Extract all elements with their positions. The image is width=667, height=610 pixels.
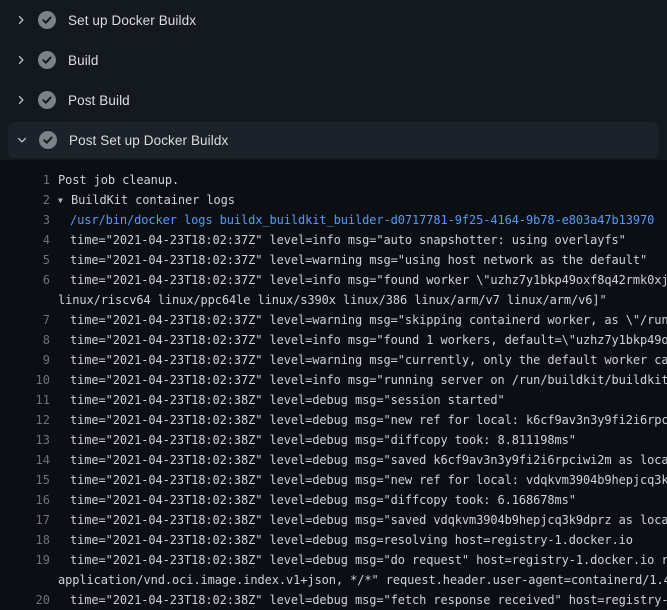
check-circle-icon [38,51,56,69]
log-line-number[interactable]: 9 [0,350,50,370]
group-label: BuildKit container logs [71,193,235,207]
chevron-right-icon [14,13,28,27]
log-panel: 1 Post job cleanup. 2 ▼BuildKit containe… [0,160,667,610]
log-line: 2 ▼BuildKit container logs [0,190,667,210]
log-line-number[interactable]: 14 [0,450,50,470]
log-line-text: time="2021-04-23T18:02:38Z" level=debug … [70,450,667,470]
log-line-number[interactable]: 5 [0,250,50,270]
log-line: 6 time="2021-04-23T18:02:37Z" level=info… [0,270,667,290]
log-line: 17 time="2021-04-23T18:02:38Z" level=deb… [0,510,667,530]
steps-panel: Set up Docker Buildx Build Post Build Po… [0,0,667,160]
log-line-number [0,290,50,310]
log-line-number[interactable]: 2 [0,190,50,210]
log-line-number[interactable]: 4 [0,230,50,250]
log-line-text: /usr/bin/docker logs buildx_buildkit_bui… [70,210,654,230]
log-line-text: time="2021-04-23T18:02:38Z" level=debug … [70,550,667,570]
log-line-text: ▼BuildKit container logs [58,190,235,210]
log-line: 9 time="2021-04-23T18:02:37Z" level=warn… [0,350,667,370]
log-line-text: application/vnd.oci.image.index.v1+json,… [58,570,667,590]
log-line: 8 time="2021-04-23T18:02:37Z" level=info… [0,330,667,350]
log-line: 1 Post job cleanup. [0,170,667,190]
log-line-text: linux/riscv64 linux/ppc64le linux/s390x … [58,290,607,310]
log-line-text: time="2021-04-23T18:02:38Z" level=debug … [70,470,667,490]
step-post-build[interactable]: Post Build [0,80,667,120]
log-line-text: time="2021-04-23T18:02:38Z" level=debug … [70,410,667,430]
log-line: application/vnd.oci.image.index.v1+json,… [0,570,667,590]
log-line: linux/riscv64 linux/ppc64le linux/s390x … [0,290,667,310]
step-post-set-up-docker-buildx[interactable]: Post Set up Docker Buildx [8,122,659,158]
log-line-number[interactable]: 15 [0,470,50,490]
log-line-text: time="2021-04-23T18:02:38Z" level=debug … [70,430,576,450]
check-circle-icon [38,91,56,109]
log-line-number[interactable]: 6 [0,270,50,290]
log-line: 10 time="2021-04-23T18:02:37Z" level=inf… [0,370,667,390]
check-circle-icon [38,11,56,29]
log-line-text: time="2021-04-23T18:02:37Z" level=warnin… [70,310,667,330]
step-build[interactable]: Build [0,40,667,80]
log-line-number[interactable]: 18 [0,530,50,550]
log-line-number[interactable]: 1 [0,170,50,190]
log-line-text: time="2021-04-23T18:02:37Z" level=info m… [70,270,667,290]
step-title: Post Build [68,93,130,108]
log-line-text: time="2021-04-23T18:02:38Z" level=debug … [70,530,633,550]
log-line-number[interactable]: 17 [0,510,50,530]
log-line-number[interactable]: 11 [0,390,50,410]
log-line-text: time="2021-04-23T18:02:38Z" level=debug … [70,390,505,410]
step-title: Set up Docker Buildx [68,13,196,28]
log-line-number[interactable]: 12 [0,410,50,430]
log-line-number[interactable]: 13 [0,430,50,450]
log-line: 16 time="2021-04-23T18:02:38Z" level=deb… [0,490,667,510]
log-line-text: time="2021-04-23T18:02:37Z" level=info m… [70,230,626,250]
log-line-number[interactable]: 20 [0,590,50,610]
log-line: 14 time="2021-04-23T18:02:38Z" level=deb… [0,450,667,470]
log-line-text: time="2021-04-23T18:02:37Z" level=warnin… [70,350,667,370]
log-line-text: time="2021-04-23T18:02:38Z" level=debug … [70,490,576,510]
step-set-up-docker-buildx[interactable]: Set up Docker Buildx [0,0,667,40]
step-title: Post Set up Docker Buildx [69,133,228,148]
log-line-number[interactable]: 7 [0,310,50,330]
log-line: 5 time="2021-04-23T18:02:37Z" level=warn… [0,250,667,270]
log-line-text: time="2021-04-23T18:02:37Z" level=info m… [70,330,667,350]
log-line: 7 time="2021-04-23T18:02:37Z" level=warn… [0,310,667,330]
log-line-text: time="2021-04-23T18:02:38Z" level=debug … [70,590,667,610]
collapse-triangle-icon[interactable]: ▼ [58,191,71,211]
log-line-number[interactable]: 10 [0,370,50,390]
step-title: Build [68,53,99,68]
log-line-number[interactable]: 16 [0,490,50,510]
log-line-text: Post job cleanup. [58,170,179,190]
log-line: 12 time="2021-04-23T18:02:38Z" level=deb… [0,410,667,430]
chevron-down-icon [15,133,29,147]
log-line-text: time="2021-04-23T18:02:37Z" level=info m… [70,370,667,390]
log-line-number[interactable]: 3 [0,210,50,230]
log-line-number[interactable]: 19 [0,550,50,570]
chevron-right-icon [14,93,28,107]
log-line: 4 time="2021-04-23T18:02:37Z" level=info… [0,230,667,250]
log-line: 13 time="2021-04-23T18:02:38Z" level=deb… [0,430,667,450]
log-line: 18 time="2021-04-23T18:02:38Z" level=deb… [0,530,667,550]
log-line-number[interactable]: 8 [0,330,50,350]
log-line: 3 /usr/bin/docker logs buildx_buildkit_b… [0,210,667,230]
log-line-text: time="2021-04-23T18:02:37Z" level=warnin… [70,250,647,270]
log-line: 15 time="2021-04-23T18:02:38Z" level=deb… [0,470,667,490]
check-circle-icon [39,131,57,149]
log-line: 20 time="2021-04-23T18:02:38Z" level=deb… [0,590,667,610]
log-line: 11 time="2021-04-23T18:02:38Z" level=deb… [0,390,667,410]
log-line-number [0,570,50,590]
chevron-right-icon [14,53,28,67]
log-line-text: time="2021-04-23T18:02:38Z" level=debug … [70,510,667,530]
log-line: 19 time="2021-04-23T18:02:38Z" level=deb… [0,550,667,570]
